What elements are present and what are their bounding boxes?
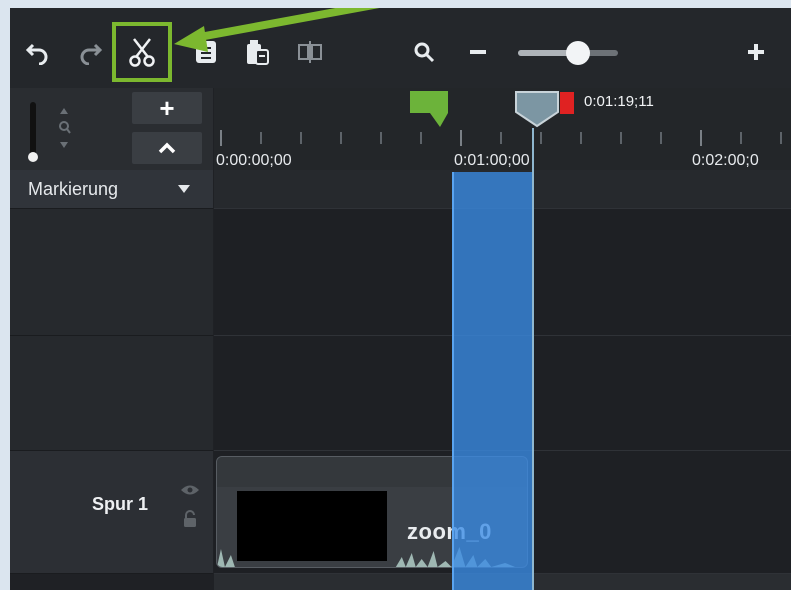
add-track-button[interactable]: + (132, 92, 202, 124)
search-icon (414, 42, 435, 63)
timeline-ruler[interactable]: 0:00:00;00 0:01:00;00 0:02:00;0 0:01:19;… (214, 88, 791, 170)
zoom-out-icon (470, 50, 486, 54)
selection-range[interactable] (452, 172, 534, 590)
ruler-tick (260, 132, 262, 144)
caret-down-icon[interactable] (178, 185, 190, 193)
ruler-tick (660, 132, 662, 144)
track-1-label: Spur 1 (92, 494, 149, 514)
out-point-marker[interactable] (560, 92, 574, 114)
track-height-knob[interactable] (28, 152, 38, 162)
track-zoom-icon (59, 108, 71, 148)
zoom-slider-knob[interactable] (566, 41, 590, 65)
marker-flag-icon[interactable] (410, 91, 450, 129)
ruler-tick (220, 130, 222, 146)
track-height-slider[interactable] (30, 102, 36, 156)
zoom-in-button[interactable] (738, 32, 774, 72)
collapse-button[interactable] (132, 132, 202, 164)
lock-icon[interactable] (182, 510, 198, 528)
track-header-empty (10, 209, 213, 336)
timecode-label: 0:01:00;00 (454, 152, 530, 169)
zoom-slider[interactable] (518, 41, 618, 65)
marker-track-header[interactable]: Markierung (10, 170, 213, 209)
zoom-in-icon (748, 44, 764, 60)
undo-button[interactable] (20, 32, 56, 72)
playhead-time: 0:01:19;11 (584, 93, 654, 110)
zoom-out-button[interactable] (460, 32, 496, 72)
ruler-tick (540, 132, 542, 144)
ruler-tick (460, 130, 462, 146)
timecode-label: 0:02:00;0 (692, 152, 759, 169)
marker-track-label: Markierung (28, 179, 119, 199)
chevron-up-icon (158, 142, 176, 154)
zoom-search-button[interactable] (406, 32, 442, 72)
ruler-tick (380, 132, 382, 144)
timeline-editor: + 0:00:00;00 0:01:00;00 0:02:00;0 0:01:1… (10, 8, 791, 590)
ruler-tick (740, 132, 742, 144)
ruler-tick (340, 132, 342, 144)
redo-button[interactable] (72, 32, 108, 72)
ruler-tick (700, 130, 702, 146)
timecode-label: 0:00:00;00 (216, 152, 292, 169)
ruler-tick (580, 132, 582, 144)
playhead-line (532, 128, 534, 590)
track-controls-header: + (10, 88, 213, 170)
ruler-tick (780, 132, 782, 144)
eye-icon[interactable] (180, 484, 200, 496)
ruler-tick (300, 132, 302, 144)
ruler-tick (620, 132, 622, 144)
redo-icon (80, 43, 103, 65)
annotation-arrow (174, 8, 380, 52)
ruler-tick (500, 132, 502, 144)
playhead-handle[interactable] (514, 90, 560, 128)
track-header-empty (10, 336, 213, 451)
timeline-toolbar (10, 8, 791, 88)
ruler-tick (420, 132, 422, 144)
undo-icon (25, 43, 48, 65)
